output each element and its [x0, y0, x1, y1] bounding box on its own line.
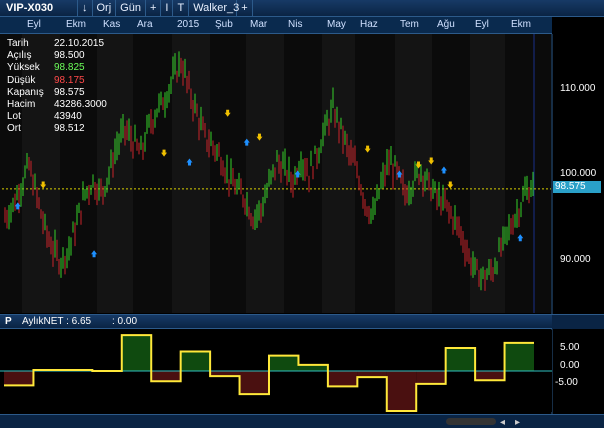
info-key: Tarih [7, 38, 29, 49]
info-low: 98.175 [54, 74, 85, 86]
month-band [322, 34, 355, 313]
month-band [505, 34, 551, 313]
indicator-histogram-bar [504, 342, 534, 371]
info-key: Kapanış [7, 86, 44, 98]
info-avg: 98.512 [54, 123, 85, 135]
zoom-in-icon[interactable]: ▸ [515, 417, 520, 428]
indicator-histogram-bar [269, 355, 299, 371]
indicator-histogram-bar [475, 371, 505, 381]
indicator-axis-label: 5.00 [560, 342, 580, 353]
indicator-histogram-bar [121, 335, 152, 371]
indicator-histogram-bar [445, 347, 476, 371]
info-key: Açılış [7, 50, 32, 62]
month-band [210, 34, 246, 313]
indicator-histogram-bar [4, 371, 34, 386]
info-key: Düşük [7, 74, 36, 86]
ohlc-info-panel: Tarih 22.10.2015 Açılış 98.500 Yüksek 98.82… [7, 38, 107, 136]
indicator-histogram-bar [151, 371, 181, 382]
panel-id: P [5, 316, 12, 327]
price-axis-label: 100.000 [560, 168, 597, 179]
indicator-axis-label: -5.00 [555, 377, 578, 388]
indicator-histogram-bar [239, 371, 269, 395]
month-band [172, 34, 210, 313]
indicator-histogram-bar [416, 371, 446, 384]
info-date: 22.10.2015 [54, 38, 105, 49]
indicator-axis-label: 0.00 [560, 360, 580, 371]
indicator-histogram-bar [180, 351, 211, 371]
indicator-panel-header: P AylıkNET : 6.65 : 0.00 [0, 314, 552, 329]
indicator-label[interactable]: AylıkNET : 6.65 [22, 316, 91, 327]
price-axis-label: 110.000 [560, 83, 596, 94]
indicator-value: : 0.00 [112, 316, 138, 327]
info-lot: 43940 [54, 111, 82, 123]
info-high: 98.825 [54, 62, 85, 74]
month-band [133, 34, 172, 313]
time-scrollbar[interactable]: ◂ ▸ [0, 414, 604, 428]
info-volume: 43286.3000 [54, 99, 107, 111]
info-close: 98.575 [54, 86, 85, 98]
info-key: Hacim [7, 99, 36, 111]
current-price-badge: 98.575 [553, 181, 601, 193]
info-key: Yüksek [7, 62, 40, 74]
info-open: 98.500 [54, 50, 85, 62]
price-axis-label: 90.000 [560, 254, 591, 265]
info-key: Lot [7, 111, 21, 123]
month-band [432, 34, 470, 313]
month-band [246, 34, 284, 313]
info-key: Ort [7, 123, 21, 135]
chart-window: VIP-X030 ↓ Orj Gün + I T Walker_3 + Eyl … [0, 0, 604, 428]
indicator-histogram-bar [386, 371, 417, 411]
indicator-histogram-bar [327, 371, 358, 387]
zoom-out-icon[interactable]: ◂ [500, 417, 505, 428]
panel-axis-header [552, 314, 604, 329]
scroll-thumb[interactable] [446, 418, 496, 425]
